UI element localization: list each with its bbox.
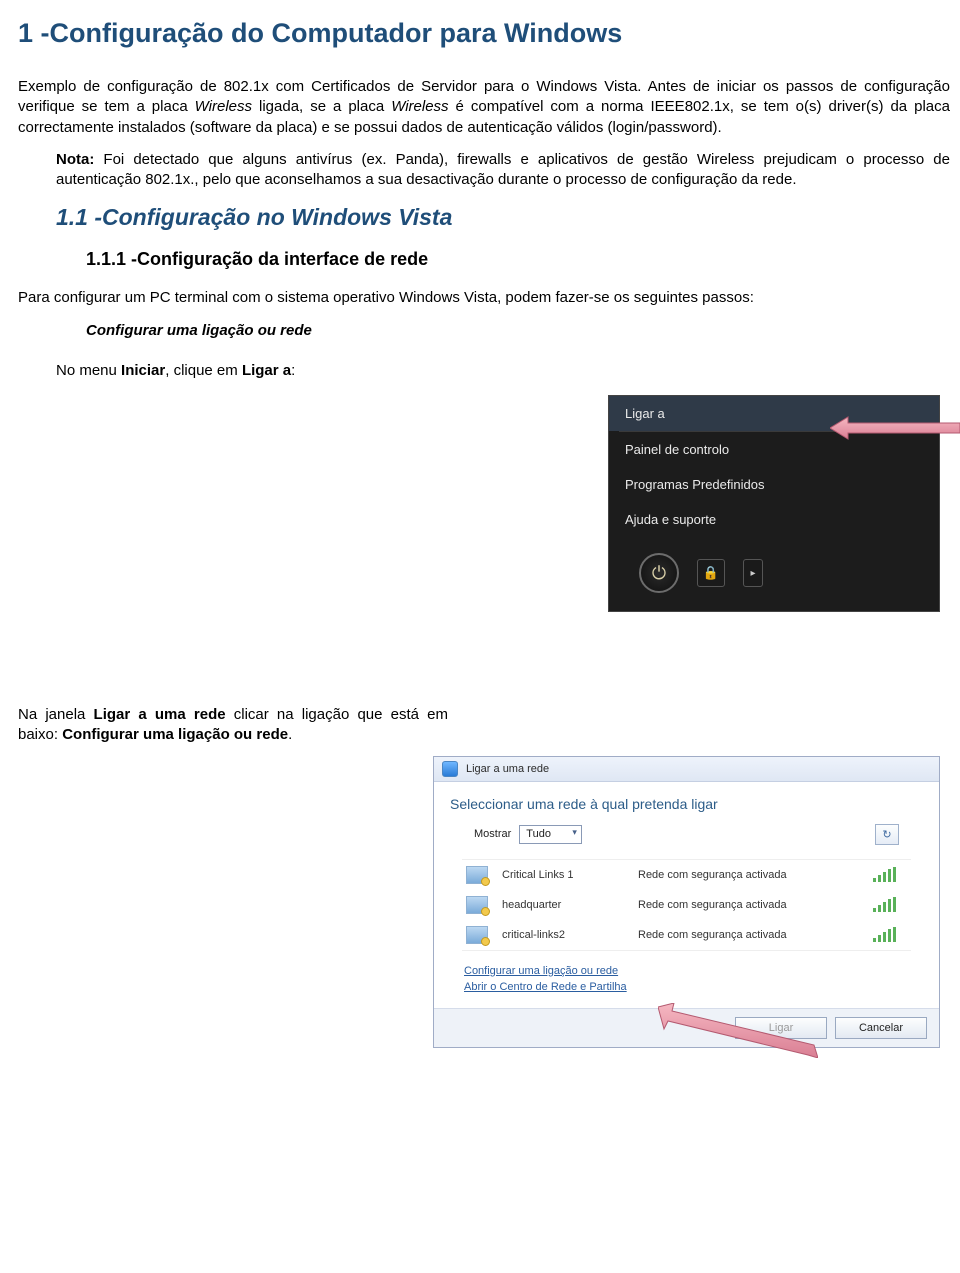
substep-text-3: : <box>291 362 295 379</box>
intro-wireless-2: Wireless <box>391 98 448 115</box>
connect-window-screenshot: Ligar a uma rede Seleccionar uma rede à … <box>18 756 950 1078</box>
steps-intro: Para configurar um PC terminal com o sis… <box>18 288 950 308</box>
cancel-button[interactable]: Cancelar <box>835 1017 927 1039</box>
shutdown-options-icon[interactable]: ▸ <box>743 559 763 587</box>
filter-label: Mostrar <box>474 828 511 840</box>
network-status: Rede com segurança activada <box>638 869 867 881</box>
note-label: Nota: <box>56 151 94 168</box>
window-links: Configurar uma ligação ou rede Abrir o C… <box>464 963 909 996</box>
step-configure-connection: Configurar uma ligação ou rede <box>86 321 950 341</box>
window-heading: Seleccionar uma rede à qual pretenda lig… <box>450 796 923 812</box>
start-item-ajuda-suporte[interactable]: Ajuda e suporte <box>609 502 939 537</box>
network-name: headquarter <box>502 899 632 911</box>
step-start-menu: No menu Iniciar, clique em Ligar a: <box>56 361 950 381</box>
section-heading-1-1: 1.1 -Configuração no Windows Vista <box>56 204 950 231</box>
filter-row: Mostrar Tudo ↻ <box>474 824 899 845</box>
network-globe-icon <box>442 761 458 777</box>
filter-dropdown[interactable]: Tudo <box>519 825 582 844</box>
intro-wireless-1: Wireless <box>195 98 252 115</box>
network-name: critical-links2 <box>502 929 632 941</box>
network-list: Critical Links 1 Rede com segurança acti… <box>462 859 911 951</box>
network-status: Rede com segurança activada <box>638 899 867 911</box>
signal-icon <box>873 928 897 942</box>
signal-icon <box>873 868 897 882</box>
window-titlebar: Ligar a uma rede <box>434 757 939 782</box>
substep-text-1: No menu <box>56 362 121 379</box>
wifi-adapter-icon <box>466 896 488 914</box>
start-menu-bottom-bar: ⏻ 🔒 ▸ <box>609 537 939 603</box>
power-button-icon[interactable]: ⏻ <box>639 553 679 593</box>
pointer-arrow-icon <box>830 415 960 441</box>
cap2-text-3: . <box>288 726 292 743</box>
window-body: Seleccionar uma rede à qual pretenda lig… <box>434 782 939 1008</box>
signal-icon <box>873 898 897 912</box>
network-row[interactable]: headquarter Rede com segurança activada <box>462 890 911 920</box>
wifi-adapter-icon <box>466 866 488 884</box>
network-status: Rede com segurança activada <box>638 929 867 941</box>
substep-text-2: , clique em <box>165 362 242 379</box>
caption-connect-window: Na janela Ligar a uma rede clicar na lig… <box>18 705 448 746</box>
start-item-programas-predefinidos[interactable]: Programas Predefinidos <box>609 467 939 502</box>
wifi-adapter-icon <box>466 926 488 944</box>
network-row[interactable]: critical-links2 Rede com segurança activ… <box>462 920 911 950</box>
substep-iniciar: Iniciar <box>121 362 165 379</box>
start-menu-screenshot: Ligar a Painel de controlo Programas Pre… <box>18 395 950 685</box>
cap2-configurar: Configurar uma ligação ou rede <box>62 726 288 743</box>
window-title: Ligar a uma rede <box>466 763 549 775</box>
page-title: 1 -Configuração do Computador para Windo… <box>18 18 950 49</box>
link-network-center[interactable]: Abrir o Centro de Rede e Partilha <box>464 979 909 996</box>
pointer-arrow-icon <box>658 1003 818 1058</box>
intro-text-2: ligada, se a placa <box>252 98 391 115</box>
cap2-text-1: Na janela <box>18 706 94 723</box>
network-row[interactable]: Critical Links 1 Rede com segurança acti… <box>462 860 911 890</box>
section-heading-1-1-1: 1.1.1 -Configuração da interface de rede <box>86 249 950 270</box>
lock-button-icon[interactable]: 🔒 <box>697 559 725 587</box>
link-setup-connection[interactable]: Configurar uma ligação ou rede <box>464 963 909 980</box>
cap2-ligar-rede: Ligar a uma rede <box>94 706 226 723</box>
substep-ligar-a: Ligar a <box>242 362 291 379</box>
refresh-button[interactable]: ↻ <box>875 824 899 845</box>
note-paragraph: Nota: Foi detectado que alguns antivírus… <box>56 150 950 191</box>
network-name: Critical Links 1 <box>502 869 632 881</box>
note-text: Foi detectado que alguns antivírus (ex. … <box>56 151 950 188</box>
intro-paragraph: Exemplo de configuração de 802.1x com Ce… <box>18 77 950 138</box>
